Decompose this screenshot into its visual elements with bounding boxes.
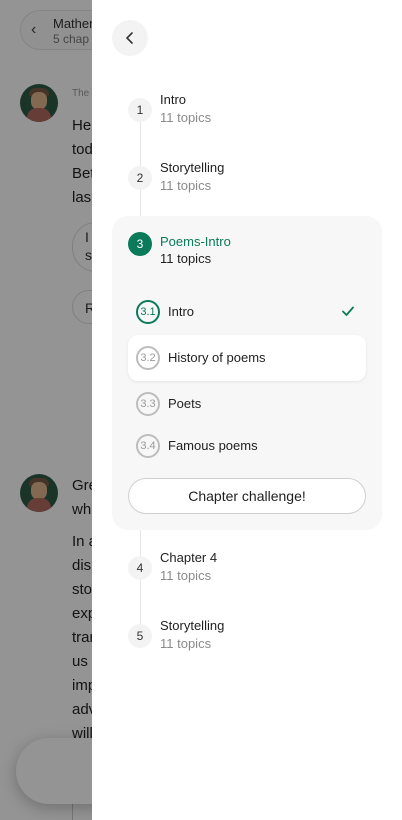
topic-number: 3.1 — [136, 300, 160, 324]
chapter-number: 5 — [128, 624, 152, 648]
topic-number: 3.3 — [136, 392, 160, 416]
chapter-item-3-expanded[interactable]: 3 Poems-Intro 11 topics 3.1 Intro 3.2 Hi… — [112, 216, 382, 530]
close-drawer-button[interactable] — [112, 20, 148, 56]
chapter-number: 1 — [128, 98, 152, 122]
chapter-title: Poems-Intro — [160, 234, 231, 249]
chapter-challenge-button[interactable]: Chapter challenge! — [128, 478, 366, 514]
chapter-topic-count: 11 topics — [160, 636, 212, 651]
topic-item[interactable]: 3.1 Intro — [128, 289, 366, 335]
chevron-left-icon — [126, 32, 133, 44]
chapter-topic-count: 11 topics — [160, 251, 212, 266]
topic-label: Famous poems — [168, 438, 258, 453]
chapter-title: Chapter 4 — [160, 550, 218, 565]
checkmark-icon — [342, 306, 354, 316]
chapter-title: Intro — [160, 92, 187, 107]
chapter-title: Storytelling — [160, 618, 225, 633]
topic-label: Intro — [168, 304, 195, 319]
chapter-title: Storytelling — [160, 160, 225, 175]
chapter-number: 2 — [128, 166, 152, 190]
topic-number: 3.4 — [136, 434, 160, 458]
topic-label: Poets — [168, 396, 202, 411]
topic-number: 3.2 — [136, 346, 160, 370]
chapter-number: 3 — [128, 232, 152, 256]
topic-item[interactable]: 3.2 History of poems — [128, 335, 366, 381]
chapter-topic-count: 11 topics — [160, 568, 212, 583]
topic-item[interactable]: 3.3 Poets — [128, 381, 366, 427]
chapter-topic-count: 11 topics — [160, 178, 212, 193]
chapter-topic-count: 11 topics — [160, 110, 212, 125]
topic-label: History of poems — [168, 350, 266, 365]
topic-item[interactable]: 3.4 Famous poems — [128, 423, 366, 469]
chapter-drawer: 1 Intro 11 topics 2 Storytelling 11 topi… — [92, 0, 402, 820]
chapter-number: 4 — [128, 556, 152, 580]
